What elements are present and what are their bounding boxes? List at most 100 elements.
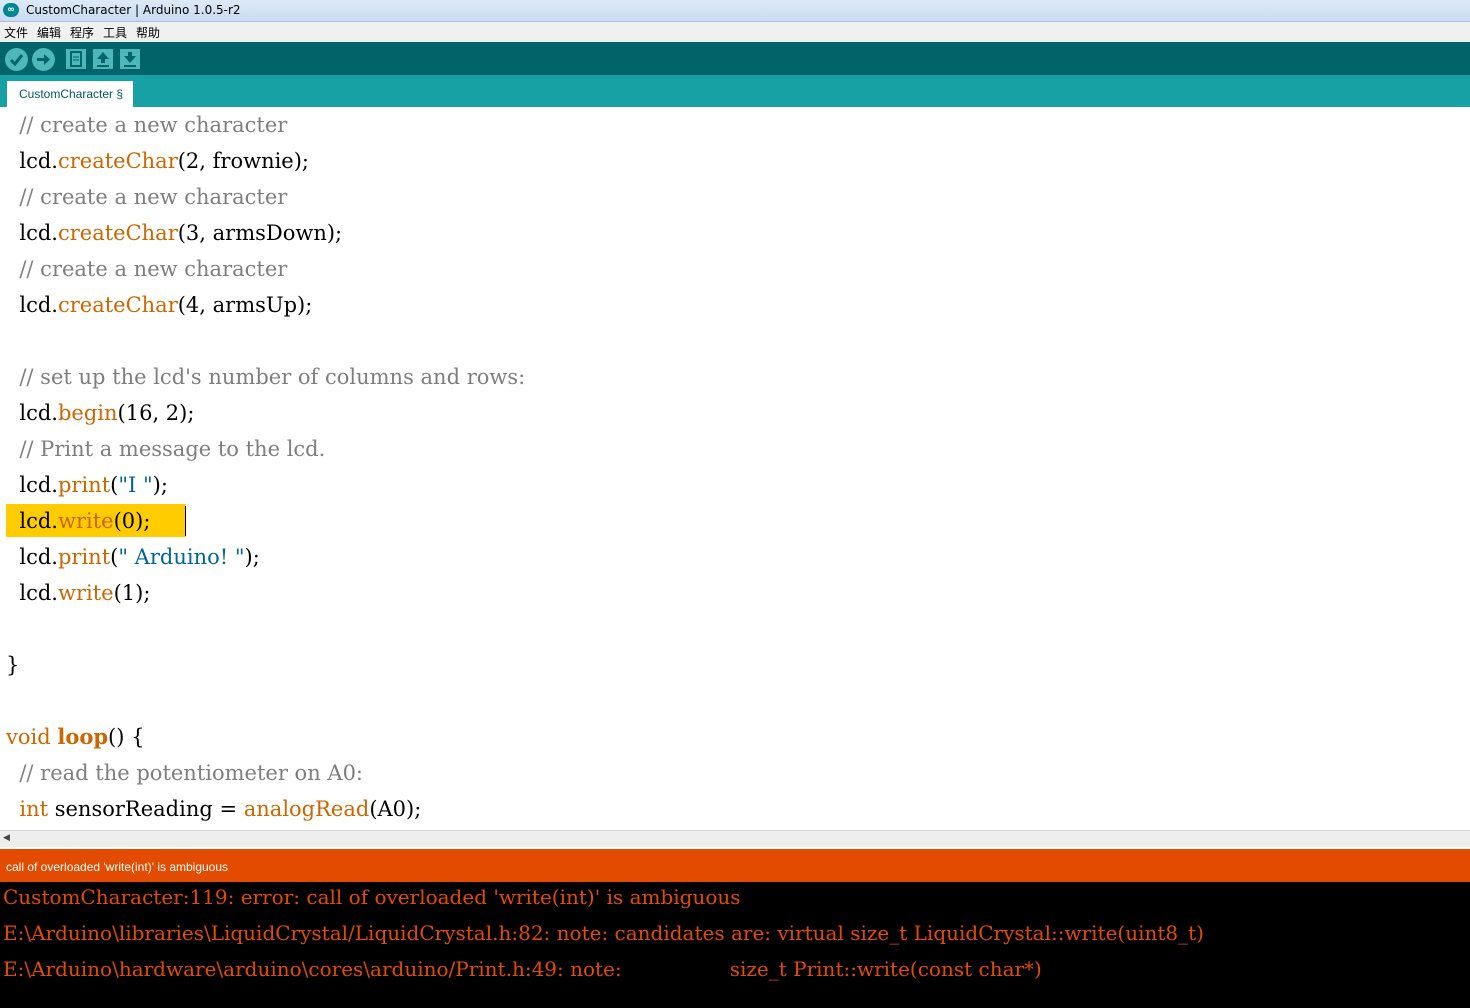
code-token: (4, armsUp); bbox=[177, 293, 313, 317]
tab-customcharacter[interactable]: CustomCharacter § bbox=[7, 81, 133, 107]
code-line: // create a new character bbox=[6, 251, 287, 287]
arduino-ide-window: ∞ CustomCharacter | Arduino 1.0.5-r2 文件 … bbox=[0, 0, 1470, 1008]
new-file-icon bbox=[70, 51, 82, 67]
code-token: ); bbox=[152, 473, 168, 497]
code-token: (16, 2); bbox=[117, 401, 195, 425]
code-line: lcd.begin(16, 2); bbox=[6, 395, 194, 431]
code-line: lcd.write(1); bbox=[6, 575, 150, 611]
save-sketch-button[interactable] bbox=[120, 49, 140, 69]
code-token: int bbox=[19, 797, 49, 821]
code-token: lcd. bbox=[19, 293, 58, 317]
console-output[interactable]: CustomCharacter:119: error: call of over… bbox=[0, 882, 1470, 1008]
status-bar: call of overloaded 'write(int)' is ambig… bbox=[0, 849, 1470, 882]
code-token: loop bbox=[57, 724, 109, 749]
window-title: CustomCharacter | Arduino 1.0.5-r2 bbox=[26, 3, 241, 17]
code-line: lcd.createChar(2, frownie); bbox=[6, 143, 309, 179]
code-line: // create a new character bbox=[6, 179, 287, 215]
code-token: lcd. bbox=[19, 473, 58, 497]
code-token: (A0); bbox=[369, 797, 422, 821]
menu-sketch[interactable]: 程序 bbox=[70, 24, 94, 41]
upload-button[interactable] bbox=[32, 48, 55, 71]
code-line: int sensorReading = analogRead(A0); bbox=[6, 791, 421, 827]
code-editor[interactable]: // create a new character lcd.createChar… bbox=[0, 107, 1470, 830]
menu-edit[interactable]: 编辑 bbox=[37, 24, 61, 41]
code-token: (2, frownie); bbox=[177, 149, 310, 173]
code-token: lcd. bbox=[19, 401, 58, 425]
checkmark-icon bbox=[9, 54, 24, 67]
new-sketch-button[interactable] bbox=[66, 49, 86, 69]
horizontal-scrollbar[interactable]: ◀ bbox=[0, 830, 1470, 847]
code-line: void loop() { bbox=[6, 719, 144, 755]
code-line: // set up the lcd's number of columns an… bbox=[6, 359, 525, 395]
code-token: lcd. bbox=[19, 581, 58, 605]
code-line-error: lcd.write(0); bbox=[6, 503, 150, 539]
arrow-up-icon bbox=[97, 52, 109, 67]
console-line: E:\Arduino\hardware\arduino\cores\arduin… bbox=[3, 957, 1042, 981]
code-line: // read the potentiometer on A0: bbox=[6, 755, 363, 791]
code-line: lcd.print("I "); bbox=[6, 467, 168, 503]
menu-tools[interactable]: 工具 bbox=[103, 24, 127, 41]
code-token: (0); bbox=[113, 509, 151, 533]
code-token: print bbox=[57, 473, 111, 497]
console-line: E:\Arduino\libraries\LiquidCrystal/Liqui… bbox=[3, 921, 1204, 945]
code-token: // create a new character bbox=[19, 257, 288, 281]
arrow-right-icon bbox=[37, 54, 50, 65]
code-token: (1); bbox=[113, 581, 151, 605]
code-line: lcd.createChar(4, armsUp); bbox=[6, 287, 312, 323]
menu-file[interactable]: 文件 bbox=[4, 24, 28, 41]
code-token: createChar bbox=[57, 149, 178, 173]
code-token: "I " bbox=[118, 473, 153, 497]
code-token: // create a new character bbox=[19, 113, 288, 137]
code-line: lcd.createChar(3, armsDown); bbox=[6, 215, 342, 251]
code-line: } bbox=[6, 647, 19, 683]
code-line: lcd.print(" Arduino! "); bbox=[6, 539, 260, 575]
code-token: lcd. bbox=[19, 149, 58, 173]
code-token: lcd. bbox=[19, 221, 58, 245]
tab-bar: CustomCharacter § bbox=[0, 75, 1470, 107]
code-token: createChar bbox=[57, 221, 178, 245]
code-token: () { bbox=[108, 725, 145, 749]
title-bar[interactable]: ∞ CustomCharacter | Arduino 1.0.5-r2 bbox=[0, 0, 1470, 22]
verify-button[interactable] bbox=[5, 48, 28, 71]
code-token: ); bbox=[244, 545, 260, 569]
code-token: (3, armsDown); bbox=[177, 221, 343, 245]
code-token: createChar bbox=[57, 293, 178, 317]
console-line: CustomCharacter:119: error: call of over… bbox=[3, 885, 741, 909]
menu-help[interactable]: 帮助 bbox=[136, 24, 160, 41]
arrow-down-icon bbox=[124, 52, 136, 67]
code-token: analogRead bbox=[243, 797, 370, 821]
open-sketch-button[interactable] bbox=[93, 49, 113, 69]
code-token: begin bbox=[57, 401, 118, 425]
code-token: " Arduino! " bbox=[118, 545, 245, 569]
scroll-left-icon[interactable]: ◀ bbox=[3, 833, 10, 843]
code-line: // Print a message to the lcd. bbox=[6, 431, 325, 467]
toolbar bbox=[0, 42, 1470, 75]
code-line: // create a new character bbox=[6, 107, 287, 143]
status-message: call of overloaded 'write(int)' is ambig… bbox=[6, 860, 229, 874]
code-token: // set up the lcd's number of columns an… bbox=[19, 365, 526, 389]
code-token: print bbox=[57, 545, 111, 569]
code-token: sensorReading = bbox=[48, 797, 244, 821]
code-token: // create a new character bbox=[19, 185, 288, 209]
code-token: void bbox=[6, 725, 51, 749]
code-token: } bbox=[6, 653, 20, 677]
menu-bar: 文件 编辑 程序 工具 帮助 bbox=[0, 22, 1470, 42]
code-token: lcd. bbox=[19, 509, 58, 533]
code-token: lcd. bbox=[19, 545, 58, 569]
arduino-logo-icon: ∞ bbox=[3, 3, 19, 17]
code-token: // Print a message to the lcd. bbox=[19, 437, 326, 461]
